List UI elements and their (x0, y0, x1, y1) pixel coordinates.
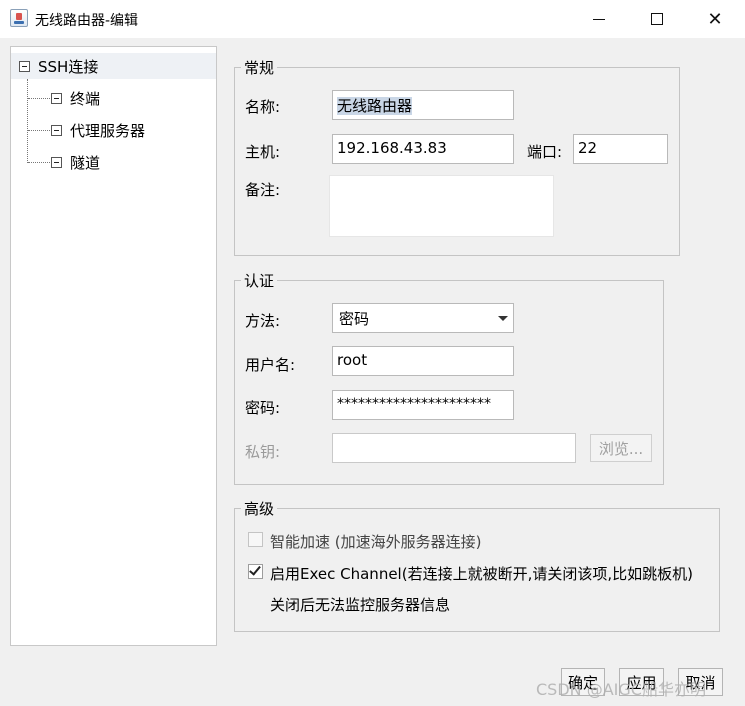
host-label: 主机: (245, 143, 281, 161)
tree-item-label: 隧道 (70, 153, 101, 172)
private-key-label: 私钥: (245, 443, 281, 461)
name-value: 无线路由器 (337, 97, 413, 115)
smart-accel-label: 智能加速 (加速海外服务器连接) (270, 533, 482, 551)
watermark: CSDN @AIGC船华亦明 (536, 680, 706, 699)
tree-item-label: SSH连接 (38, 57, 99, 76)
close-icon: ✕ (707, 8, 723, 30)
name-input[interactable]: 无线路由器 (332, 90, 514, 120)
tree-connector (28, 98, 50, 99)
advanced-legend: 高级 (241, 498, 278, 519)
username-input[interactable]: root (332, 346, 514, 376)
close-button[interactable]: ✕ (686, 0, 744, 38)
exec-channel-checkbox[interactable] (248, 563, 263, 579)
tree-item-terminal[interactable]: 终端 (51, 85, 100, 111)
method-label: 方法: (245, 312, 281, 330)
window-title: 无线路由器-编辑 (35, 13, 139, 29)
password-label: 密码: (245, 399, 281, 417)
minimize-button[interactable] (570, 0, 628, 38)
maximize-icon (651, 13, 663, 25)
collapse-icon[interactable] (51, 156, 62, 168)
tree-item-tunnel[interactable]: 隧道 (51, 149, 100, 175)
tree-item-ssh[interactable]: SSH连接 (11, 53, 216, 79)
maximize-button[interactable] (628, 0, 686, 38)
checkmark-icon (249, 563, 261, 576)
method-select[interactable]: 密码 (332, 303, 514, 333)
minimize-icon (593, 18, 605, 20)
method-value: 密码 (339, 310, 370, 328)
auth-legend: 认证 (241, 270, 278, 291)
port-label: 端口: (527, 143, 563, 161)
tree-item-label: 终端 (70, 89, 101, 108)
settings-tree: SSH连接 终端 代理服务器 隧道 (10, 46, 217, 646)
port-input[interactable]: 22 (573, 134, 668, 164)
name-label: 名称: (245, 98, 281, 116)
dropdown-arrow-icon (498, 316, 508, 321)
title-bar: 无线路由器-编辑 ✕ (0, 0, 745, 38)
host-input[interactable]: 192.168.43.83 (332, 134, 514, 164)
general-legend: 常规 (241, 57, 278, 78)
exec-channel-label: 启用Exec Channel(若连接上就被断开,请关闭该项,比如跳板机) (270, 565, 693, 583)
collapse-icon[interactable] (19, 60, 30, 72)
note-textarea[interactable] (329, 175, 554, 237)
tree-connector (27, 79, 28, 163)
private-key-input[interactable] (332, 433, 576, 463)
username-label: 用户名: (245, 356, 296, 374)
tree-item-proxy[interactable]: 代理服务器 (51, 117, 145, 143)
note-label: 备注: (245, 181, 281, 199)
java-app-icon (10, 9, 28, 27)
tree-connector (28, 162, 50, 163)
exec-channel-note: 关闭后无法监控服务器信息 (270, 596, 451, 614)
password-input[interactable]: ********************** (332, 390, 514, 420)
smart-accel-checkbox[interactable] (248, 532, 263, 547)
collapse-icon[interactable] (51, 92, 62, 104)
browse-button[interactable]: 浏览... (590, 434, 652, 462)
tree-connector (28, 130, 50, 131)
tree-item-label: 代理服务器 (70, 121, 146, 140)
collapse-icon[interactable] (51, 124, 62, 136)
